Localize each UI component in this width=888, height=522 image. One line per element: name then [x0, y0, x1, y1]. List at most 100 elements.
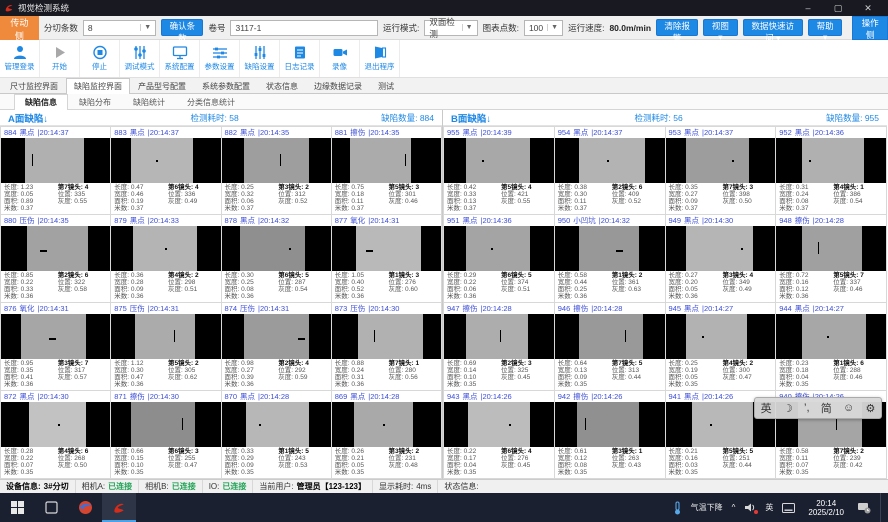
ime-lang-en[interactable]: 英 [761, 400, 772, 416]
defect-card[interactable]: 881擦伤|20:14:35长度: 0.75宽度: 0.18面积: 0.11米数… [332, 127, 441, 214]
defect-card[interactable]: 942擦伤|20:14:26长度: 0.61宽度: 0.12面积: 0.08米数… [555, 391, 665, 478]
defect-settings-button[interactable]: 缺陷设置 [240, 40, 280, 77]
show-desktop-button[interactable] [880, 493, 884, 522]
tab-status-info[interactable]: 状态信息 [258, 78, 306, 93]
defect-card[interactable]: 943黑点|20:14:26长度: 0.22宽度: 0.17面积: 0.04米数… [444, 391, 554, 478]
log-record-button[interactable]: 日志记录 [280, 40, 320, 77]
defect-card[interactable]: 884黑点|20:14:37长度: 1.23宽度: 0.05面积: 0.89米数… [1, 127, 110, 214]
ime-punct-icon[interactable]: ’, [804, 402, 810, 414]
defect-type: 黑点 [684, 303, 699, 314]
close-button[interactable]: ✕ [862, 3, 874, 14]
defect-card[interactable]: 947擦伤|20:14:28长度: 0.69宽度: 0.14面积: 0.10米数… [444, 303, 554, 390]
ime-emoji-icon[interactable]: ☺ [843, 402, 854, 414]
width-value: 宽度: 0.11 [779, 455, 833, 462]
chart-points-select[interactable]: 100▼ [524, 20, 563, 36]
minimize-button[interactable]: – [802, 3, 814, 14]
thermometer-icon[interactable] [673, 501, 682, 515]
taskbar-app-inspection[interactable] [102, 493, 136, 522]
position-value: 位置: 349 [722, 279, 772, 286]
defect-card[interactable]: 945黑点|20:14:27长度: 0.25宽度: 0.19面积: 0.05米数… [666, 303, 776, 390]
panel-a-title[interactable]: A面缺陷↓ [8, 111, 48, 125]
defect-card[interactable]: 953黑点|20:14:37长度: 0.35宽度: 0.27面积: 0.09米数… [666, 127, 776, 214]
subtab-defect-stats[interactable]: 缺陷统计 [122, 94, 176, 109]
subtab-defect-distribution[interactable]: 缺陷分布 [68, 94, 122, 109]
tab-product-model-config[interactable]: 产品型号配置 [130, 78, 194, 93]
defect-card[interactable]: 880压伤|20:14:35长度: 0.85宽度: 0.22面积: 0.33米数… [1, 215, 110, 302]
defect-card[interactable]: 883黑点|20:14:37长度: 0.47宽度: 0.46面积: 0.19米数… [111, 127, 220, 214]
position-value: 位置: 337 [833, 279, 883, 286]
admin-login-button[interactable]: 管理登录 [0, 40, 40, 77]
defect-card[interactable]: 872黑点|20:14:30长度: 0.28宽度: 0.22面积: 0.07米数… [1, 391, 110, 478]
tab-defect-monitor[interactable]: 缺陷监控界面 [66, 78, 130, 94]
meter-value: 米数: 0.35 [225, 469, 279, 476]
defect-card[interactable]: 878黑点|20:14:32长度: 0.30宽度: 0.25面积: 0.08米数… [222, 215, 331, 302]
defect-card[interactable]: 954黑点|20:14:37长度: 0.38宽度: 0.30面积: 0.11米数… [555, 127, 665, 214]
ime-settings-icon[interactable]: ⚙ [865, 402, 875, 415]
record-video-button[interactable]: 录像 [320, 40, 360, 77]
maximize-button[interactable]: ▢ [832, 3, 844, 14]
gray-value: 灰度: 0.59 [278, 374, 328, 381]
defect-card[interactable]: 875压伤|20:14:31长度: 1.12宽度: 0.30面积: 0.47米数… [111, 303, 220, 390]
tab-test[interactable]: 测试 [370, 78, 402, 93]
ime-simplified[interactable]: 简 [821, 400, 832, 416]
taskbar-app-browser[interactable] [68, 493, 102, 522]
defect-card[interactable]: 877氧化|20:14:31长度: 1.05宽度: 0.40面积: 0.52米数… [332, 215, 441, 302]
defect-card[interactable]: 876氧化|20:14:31长度: 0.95宽度: 0.35面积: 0.41米数… [1, 303, 110, 390]
task-view-button[interactable] [34, 493, 68, 522]
run-mode-select[interactable]: 双面检测▼ [424, 20, 477, 36]
tab-edge-data-record[interactable]: 边缘数据记录 [306, 78, 370, 93]
subtab-defect-info[interactable]: 缺陷信息 [14, 94, 68, 110]
defect-card[interactable]: 870黑点|20:14:28长度: 0.33宽度: 0.29面积: 0.09米数… [222, 391, 331, 478]
defect-card[interactable]: 869黑点|20:14:28长度: 0.26宽度: 0.21面积: 0.05米数… [332, 391, 441, 478]
defect-card[interactable]: 873压伤|20:14:30长度: 0.88宽度: 0.24面积: 0.31米数… [332, 303, 441, 390]
debug-mode-button[interactable]: 调试模式 [120, 40, 160, 77]
tab-size-monitor[interactable]: 尺寸监控界面 [2, 78, 66, 93]
browser-app-icon [78, 500, 93, 515]
taskbar-clock[interactable]: 20:14 2025/2/10 [804, 499, 848, 517]
roll-number-input[interactable]: 3117-1 [230, 20, 377, 36]
data-quick-access-button[interactable]: 数据快速访问 ▾ [743, 19, 804, 36]
tray-expand-chevron[interactable]: ^ [732, 503, 736, 512]
defect-card[interactable]: 951黑点|20:14:36长度: 0.29宽度: 0.22面积: 0.06米数… [444, 215, 554, 302]
tab-system-params-config[interactable]: 系统参数配置 [194, 78, 258, 93]
length-value: 长度: 0.25 [225, 184, 279, 191]
clear-alarm-button[interactable]: 清除报警 [656, 19, 698, 36]
defect-card[interactable]: 948擦伤|20:14:28长度: 0.72宽度: 0.16面积: 0.12米数… [776, 215, 886, 302]
defect-card[interactable]: 879黑点|20:14:33长度: 0.36宽度: 0.28面积: 0.09米数… [111, 215, 220, 302]
meter-value: 米数: 0.37 [558, 205, 612, 212]
defect-card[interactable]: 955黑点|20:14:39长度: 0.42宽度: 0.33面积: 0.13米数… [444, 127, 554, 214]
volume-button[interactable] [744, 502, 756, 513]
params-settings-button[interactable]: 参数设置 [200, 40, 240, 77]
defect-card[interactable]: 874压伤|20:14:31长度: 0.98宽度: 0.27面积: 0.39米数… [222, 303, 331, 390]
help-menu-button[interactable]: 帮助 ▾ [808, 19, 842, 36]
run-mode-label: 运行模式: [383, 22, 419, 34]
ime-moon-icon[interactable]: ☽ [783, 402, 793, 415]
operate-side-button[interactable]: 操作侧 [852, 16, 888, 40]
subtab-class-info-stats[interactable]: 分类信息统计 [176, 94, 246, 109]
defect-card[interactable]: 952黑点|20:14:36长度: 0.31宽度: 0.24面积: 0.08米数… [776, 127, 886, 214]
slit-count-select[interactable]: 8▼ [83, 20, 156, 36]
start-button[interactable] [0, 493, 34, 522]
area-value: 面积: 0.89 [4, 198, 58, 205]
defect-card[interactable]: 944黑点|20:14:27长度: 0.23宽度: 0.18面积: 0.04米数… [776, 303, 886, 390]
remote-tool-icon[interactable] [857, 502, 871, 514]
defect-card[interactable]: 871擦伤|20:14:30长度: 0.66宽度: 0.15面积: 0.10米数… [111, 391, 220, 478]
weather-text[interactable]: 气温下降 [691, 502, 723, 513]
panel-b-title[interactable]: B面缺陷↓ [451, 111, 491, 125]
defect-card[interactable]: 950小凹坑|20:14:32长度: 0.58宽度: 0.44面积: 0.25米… [555, 215, 665, 302]
exit-program-button[interactable]: 退出程序 [360, 40, 400, 77]
view-menu-button[interactable]: 视图 ▾ [703, 19, 737, 36]
start-button[interactable]: 开始 [40, 40, 80, 77]
keyboard-icon[interactable] [782, 503, 795, 513]
width-value: 宽度: 0.19 [669, 367, 723, 374]
language-indicator[interactable]: 英 [765, 502, 773, 513]
drive-side-button[interactable]: 传动侧 [0, 16, 39, 40]
system-config-button[interactable]: 系统配置 [160, 40, 200, 77]
camera-icon [332, 45, 348, 60]
confirm-count-button[interactable]: 确认条数 [161, 19, 203, 36]
defect-card[interactable]: 949黑点|20:14:30长度: 0.27宽度: 0.20面积: 0.05米数… [666, 215, 776, 302]
defect-card[interactable]: 946擦伤|20:14:28长度: 0.64宽度: 0.13面积: 0.09米数… [555, 303, 665, 390]
stop-button[interactable]: 停止 [80, 40, 120, 77]
speed-value: 80.0m/min [609, 23, 651, 33]
defect-card[interactable]: 882黑点|20:14:35长度: 0.25宽度: 0.32面积: 0.06米数… [222, 127, 331, 214]
